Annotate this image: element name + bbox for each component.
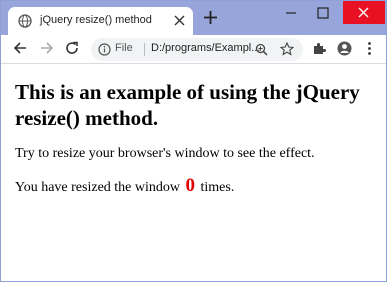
- profile-avatar-icon[interactable]: [337, 41, 352, 56]
- browser-window: jQuery resize() method File D:/programs/…: [1, 1, 386, 281]
- address-bar[interactable]: File D:/programs/Exampl...: [91, 38, 303, 61]
- instruction-text: Try to resize your browser's window to s…: [15, 146, 315, 161]
- info-icon[interactable]: [98, 43, 111, 56]
- menu-more-icon[interactable]: [362, 41, 377, 56]
- close-window-button[interactable]: [343, 1, 385, 24]
- zoom-icon[interactable]: [255, 43, 268, 56]
- maximize-icon[interactable]: [316, 6, 330, 20]
- globe-icon: [18, 14, 32, 28]
- browser-toolbar: File D:/programs/Exampl...: [1, 35, 386, 63]
- page-heading: This is an example of using the jQuery r…: [15, 80, 360, 130]
- back-arrow-icon[interactable]: [13, 41, 27, 55]
- page-content: This is an example of using the jQuery r…: [15, 63, 380, 197]
- browser-tab[interactable]: jQuery resize() method: [8, 7, 193, 35]
- url-text: D:/programs/Exampl...: [151, 42, 261, 54]
- close-tab-icon[interactable]: [174, 15, 185, 26]
- minimize-icon[interactable]: [284, 6, 298, 20]
- tab-title: jQuery resize() method: [40, 14, 152, 26]
- tab-strip: jQuery resize() method: [1, 1, 386, 35]
- scheme-divider: [144, 43, 145, 56]
- new-tab-icon[interactable]: [204, 11, 217, 24]
- resize-count: 0: [185, 175, 196, 196]
- forward-arrow-icon[interactable]: [40, 41, 54, 55]
- reload-icon[interactable]: [65, 41, 79, 55]
- bookmark-star-icon[interactable]: [280, 42, 294, 56]
- counter-prefix: You have resized the window: [15, 180, 180, 195]
- close-window-icon: [358, 7, 369, 18]
- url-scheme: File: [115, 42, 133, 54]
- resize-counter-line: You have resized the window 0 times.: [15, 175, 380, 197]
- counter-suffix: times.: [200, 180, 235, 195]
- extensions-puzzle-icon[interactable]: [312, 41, 327, 56]
